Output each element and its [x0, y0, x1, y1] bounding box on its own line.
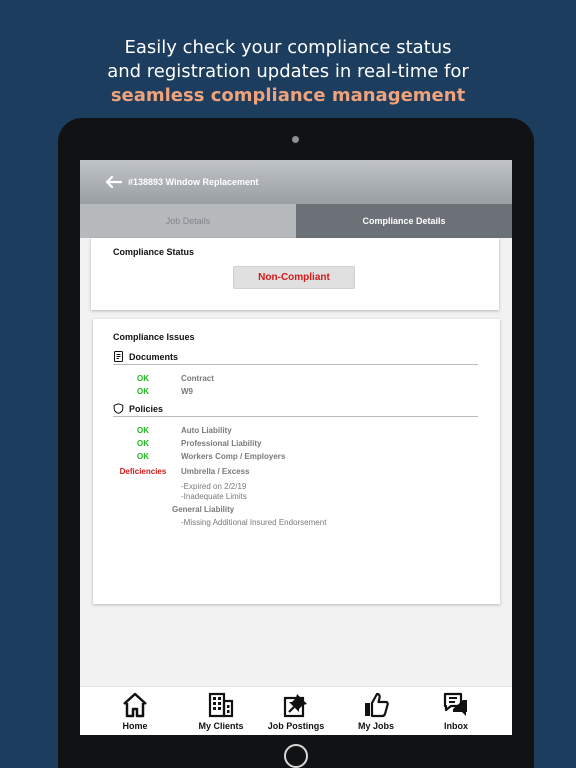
promo-line-3: seamless compliance management: [110, 85, 466, 106]
promo-line-1: Easily check your compliance status: [124, 37, 452, 58]
nav-my-clients-label: My Clients: [198, 721, 244, 731]
compliance-issues-title: Compliance Issues: [113, 332, 195, 342]
status-ok: OK: [137, 439, 149, 448]
item-name: Workers Comp / Employers: [181, 452, 286, 461]
documents-label: Documents: [129, 351, 179, 362]
item-name: Professional Liability: [181, 439, 262, 448]
status-ok: OK: [137, 387, 149, 396]
tab-bar: Job Details Compliance Details: [80, 204, 512, 238]
deficiency-note: -Expired on 2/2/19: [181, 482, 247, 491]
bottom-nav: Home My Clients Job Postings My Jobs Inb…: [80, 686, 512, 735]
status-deficiencies: Deficiencies: [119, 467, 167, 476]
home-icon: [123, 692, 147, 718]
nav-home-label: Home: [122, 721, 148, 731]
status-ok: OK: [137, 452, 149, 461]
item-name: Contract: [181, 374, 214, 383]
list-item: OK W9: [113, 385, 193, 398]
list-item: OK Professional Liability: [113, 437, 261, 450]
item-name: Umbrella / Excess: [181, 467, 250, 476]
promo-line-2: and registration updates in real-time fo…: [107, 61, 469, 82]
nav-inbox[interactable]: Inbox: [416, 692, 496, 732]
documents-section-header: Documents: [113, 349, 478, 365]
status-badge: Non-Compliant: [233, 266, 355, 289]
tab-compliance-details[interactable]: Compliance Details: [296, 204, 512, 238]
compliance-status-title: Compliance Status: [113, 247, 195, 257]
arrow-left-icon[interactable]: [106, 176, 122, 188]
compliance-status-card: Compliance Status Non-Compliant: [91, 238, 499, 310]
content-area: Compliance Status Non-Compliant Complian…: [80, 238, 512, 686]
status-ok: OK: [137, 374, 149, 383]
deficiency-note: -Inadequate Limits: [181, 492, 247, 501]
page-title: #138893 Window Replacement: [128, 177, 259, 187]
chat-icon: [443, 692, 467, 716]
nav-my-jobs[interactable]: My Jobs: [336, 692, 416, 732]
tab-job-details[interactable]: Job Details: [80, 204, 296, 238]
list-item: OK Auto Liability: [113, 424, 232, 437]
general-liability-label: General Liability: [172, 505, 235, 514]
nav-my-jobs-label: My Jobs: [357, 721, 394, 731]
list-item: OK Workers Comp / Employers: [113, 450, 285, 463]
camera-icon: [292, 136, 299, 143]
home-button[interactable]: [284, 744, 308, 768]
deficiency-note: -Missing Additional Insured Endorsement: [181, 518, 327, 527]
pin-icon: [283, 694, 307, 718]
shield-icon: [113, 403, 124, 414]
list-item: Deficiencies Umbrella / Excess: [113, 465, 250, 478]
promo-headline: Easily check your compliance status and …: [0, 36, 576, 108]
item-name: Auto Liability: [181, 426, 232, 435]
nav-my-clients[interactable]: My Clients: [181, 692, 261, 732]
app-header: #138893 Window Replacement: [80, 160, 512, 204]
nav-job-postings[interactable]: Job Postings: [256, 692, 336, 732]
tablet-frame: #138893 Window Replacement Job Details C…: [58, 118, 534, 768]
nav-job-postings-label: Job Postings: [267, 721, 325, 731]
nav-inbox-label: Inbox: [444, 721, 468, 731]
policies-label: Policies: [129, 403, 164, 414]
document-icon: [114, 351, 123, 362]
nav-home[interactable]: Home: [95, 692, 175, 732]
compliance-issues-card: Compliance Issues Documents OK Contract …: [93, 319, 500, 604]
policies-section-header: Policies: [113, 401, 478, 417]
list-item: OK Contract: [113, 372, 214, 385]
status-ok: OK: [137, 426, 149, 435]
building-icon: [208, 692, 234, 718]
app-screen: #138893 Window Replacement Job Details C…: [80, 160, 512, 735]
thumbs-up-icon: [365, 692, 389, 718]
item-name: W9: [181, 387, 193, 396]
